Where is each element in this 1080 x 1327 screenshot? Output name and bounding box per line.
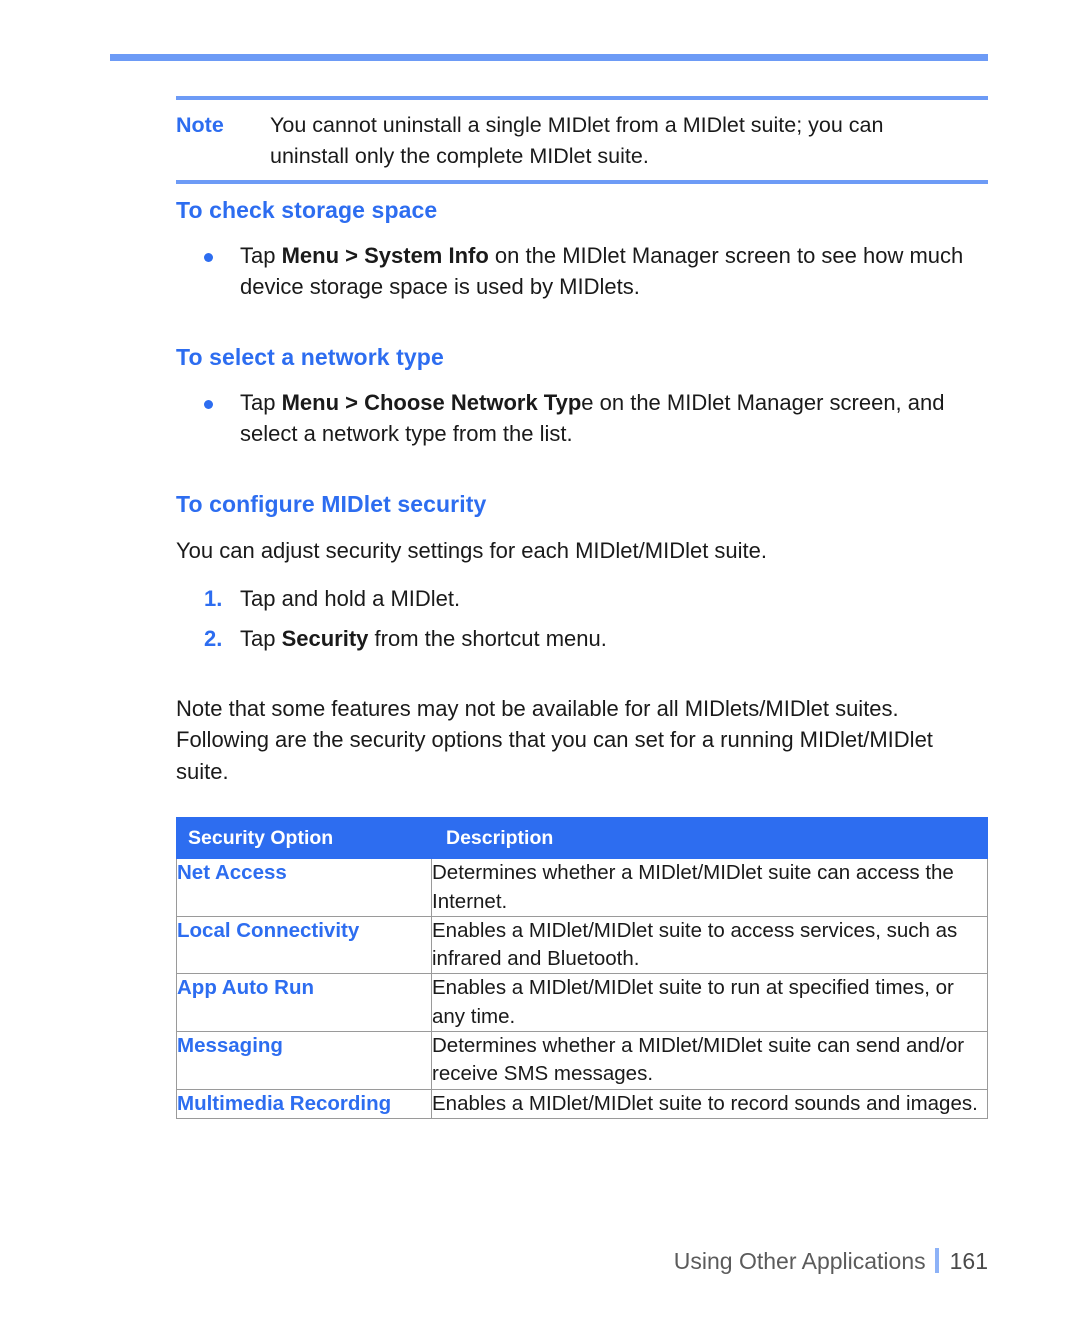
table-cell-description: Determines whether a MIDlet/MIDlet suite… <box>431 858 988 917</box>
table-cell-option: Local Connectivity <box>176 915 432 975</box>
list-item: Tap Menu > System Info on the MIDlet Man… <box>176 240 988 303</box>
table-cell-description: Enables a MIDlet/MIDlet suite to access … <box>431 915 988 975</box>
table-header-security-option: Security Option <box>176 817 432 860</box>
page-footer: Using Other Applications 161 <box>0 1248 988 1275</box>
note-line-2: uninstall only the complete MIDlet suite… <box>270 143 649 168</box>
document-page: Note You cannot uninstall a single MIDle… <box>0 0 1080 1327</box>
heading-configure-midlet-security: To configure MIDlet security <box>176 490 487 517</box>
table-row: App Auto Run Enables a MIDlet/MIDlet sui… <box>176 973 988 1033</box>
table-cell-description: Enables a MIDlet/MIDlet suite to run at … <box>431 973 988 1033</box>
table-cell-option: App Auto Run <box>176 973 432 1033</box>
note-bottom-rule <box>176 180 988 185</box>
bullet-text-pre: Tap <box>240 242 282 268</box>
list-item: 1. Tap and hold a MIDlet. <box>176 579 988 619</box>
step-text-bold: Security <box>281 625 369 651</box>
table-row: Local Connectivity Enables a MIDlet/MIDl… <box>176 915 988 975</box>
main-content: To check storage space Tap Menu > System… <box>176 196 988 1119</box>
table-row: Net Access Determines whether a MIDlet/M… <box>176 858 988 917</box>
security-options-table: Security Option Description Net Access D… <box>176 817 988 1119</box>
table-cell-option: Net Access <box>176 858 432 917</box>
footer-page-number: 161 <box>949 1248 988 1274</box>
page-top-rule <box>110 54 988 61</box>
security-intro-paragraph: You can adjust security settings for eac… <box>176 538 768 564</box>
note-callout: Note You cannot uninstall a single MIDle… <box>176 96 988 185</box>
table-body: Net Access Determines whether a MIDlet/M… <box>176 858 988 1119</box>
table-cell-description: Determines whether a MIDlet/MIDlet suite… <box>431 1031 988 1090</box>
note-label: Note <box>176 113 224 137</box>
table-header: Security Option Description <box>176 817 988 860</box>
list-item: Tap Menu > Choose Network Type on the MI… <box>176 387 988 450</box>
bullet-text-bold: Menu > System Info <box>281 242 489 268</box>
bullet-list-network: Tap Menu > Choose Network Type on the MI… <box>176 387 988 450</box>
table-row: Multimedia Recording Enables a MIDlet/MI… <box>176 1088 988 1119</box>
numbered-steps-list: 1. Tap and hold a MIDlet. 2. Tap Security … <box>176 579 988 659</box>
bullet-list-storage: Tap Menu > System Info on the MIDlet Man… <box>176 240 988 303</box>
heading-check-storage-space: To check storage space <box>176 197 438 223</box>
table-cell-option: Messaging <box>176 1031 432 1090</box>
heading-select-network-type: To select a network type <box>176 343 444 370</box>
bullet-text-bold: Menu > Choose Network Typ <box>281 389 582 415</box>
step-number: 1. <box>204 585 223 611</box>
list-item: 2. Tap Security from the shortcut menu. <box>176 619 988 659</box>
step-text-pre: Tap and hold a MIDlet. <box>240 585 461 611</box>
table-row: Messaging Determines whether a MIDlet/MI… <box>176 1031 988 1090</box>
note-text: You cannot uninstall a single MIDlet fro… <box>270 110 988 171</box>
footer-chapter-title: Using Other Applications <box>673 1248 926 1274</box>
table-cell-option: Multimedia Recording <box>176 1088 432 1119</box>
table-header-description: Description <box>431 817 988 860</box>
footer-separator <box>934 1248 939 1273</box>
table-header-row: Security Option Description <box>176 817 988 860</box>
security-note-paragraph: Note that some features may not be avail… <box>176 696 933 784</box>
step-text-pre: Tap <box>240 625 282 651</box>
bullet-text-pre: Tap <box>240 389 282 415</box>
step-number: 2. <box>204 625 223 651</box>
note-body: Note You cannot uninstall a single MIDle… <box>176 100 988 180</box>
table-cell-description: Enables a MIDlet/MIDlet suite to record … <box>431 1088 988 1119</box>
step-text-post: from the shortcut menu. <box>368 625 607 651</box>
note-line-1: You cannot uninstall a single MIDlet fro… <box>270 113 884 137</box>
